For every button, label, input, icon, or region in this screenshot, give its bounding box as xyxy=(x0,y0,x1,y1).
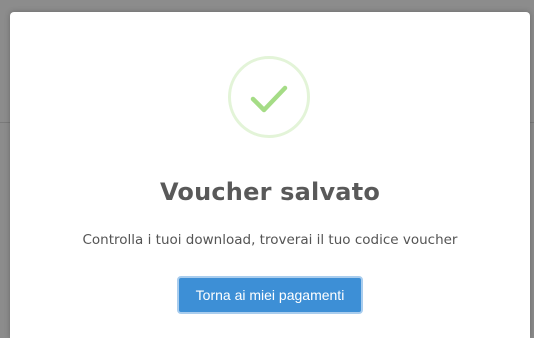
success-dialog: Voucher salvato Controlla i tuoi downloa… xyxy=(10,12,530,338)
checkmark-icon xyxy=(250,85,288,113)
back-to-payments-button[interactable]: Torna ai miei pagamenti xyxy=(177,276,363,314)
checkmark-success-icon xyxy=(228,56,310,138)
dialog-message: Controlla i tuoi download, troverai il t… xyxy=(82,232,458,248)
dialog-title: Voucher salvato xyxy=(159,178,381,206)
